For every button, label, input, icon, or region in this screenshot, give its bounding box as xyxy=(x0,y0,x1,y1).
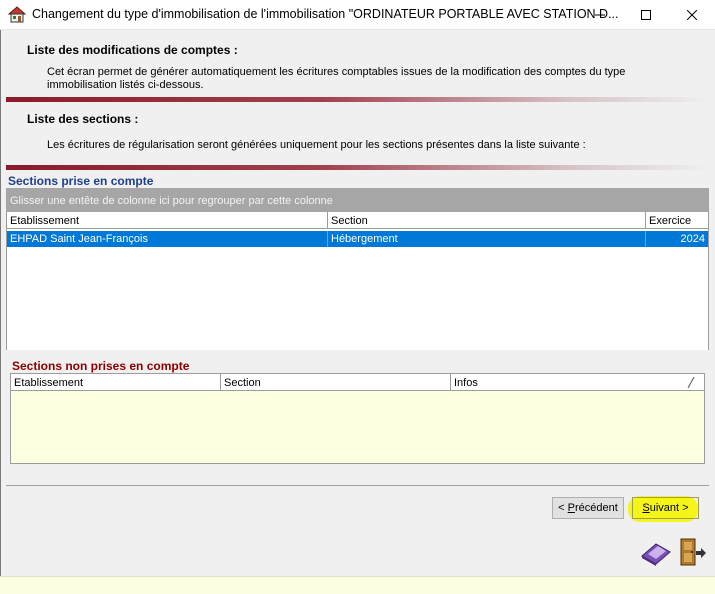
sections-description: Les écritures de régularisation seront g… xyxy=(47,139,586,151)
eraser-tool-icon[interactable] xyxy=(640,538,672,566)
next-button-label: uivant > xyxy=(649,502,689,514)
cell-etablissement: EHPAD Saint Jean-François xyxy=(7,231,328,247)
bottom-separator xyxy=(6,485,709,486)
status-strip xyxy=(0,576,715,594)
included-sections-grid: Etablissement Section Exercice EHPAD Sai… xyxy=(6,212,709,350)
column-resize-icon xyxy=(687,377,695,388)
close-button[interactable] xyxy=(669,0,715,30)
sections-heading: Liste des sections : xyxy=(27,112,139,126)
table-row[interactable]: EHPAD Saint Jean-François Hébergement 20… xyxy=(7,231,708,247)
exit-door-icon[interactable] xyxy=(679,537,707,567)
column-header-etablissement[interactable]: Etablissement xyxy=(11,374,221,391)
group-by-area[interactable]: Glisser une entête de colonne ici pour r… xyxy=(6,188,709,212)
close-icon xyxy=(687,10,697,20)
minimize-button[interactable] xyxy=(577,0,623,30)
column-header-exercice[interactable]: Exercice xyxy=(646,212,708,229)
maximize-icon xyxy=(641,10,651,20)
next-button-mnemonic: S xyxy=(642,502,650,514)
window-title: Changement du type d'immobilisation de l… xyxy=(32,7,619,21)
minimize-icon xyxy=(595,14,605,16)
separator-bar xyxy=(6,97,710,102)
excluded-grid-title: Sections non prises en compte xyxy=(12,359,190,373)
previous-button-mnemonic: P xyxy=(567,502,575,514)
grid-header: Etablissement Section Infos xyxy=(11,374,704,391)
cell-exercice: 2024 xyxy=(680,233,705,245)
excluded-sections-grid: Etablissement Section Infos xyxy=(10,373,705,464)
house-app-icon xyxy=(8,6,26,23)
cell-section: Hébergement xyxy=(328,231,646,247)
next-button[interactable]: Suivant > xyxy=(632,497,699,519)
previous-button-prefix: < xyxy=(558,502,568,514)
included-grid-title: Sections prise en compte xyxy=(8,174,154,188)
column-header-infos[interactable]: Infos xyxy=(451,374,704,391)
grid-header: Etablissement Section Exercice xyxy=(7,212,708,229)
accounts-description-line2: immobilisation listés ci-dessous. xyxy=(47,79,204,91)
accounts-heading: Liste des modifications de comptes : xyxy=(27,43,238,57)
window-border xyxy=(0,30,1,594)
column-header-etablissement[interactable]: Etablissement xyxy=(7,212,328,229)
title-bar: Changement du type d'immobilisation de l… xyxy=(0,0,715,30)
separator-bar xyxy=(6,165,710,170)
column-header-section[interactable]: Section xyxy=(328,212,646,229)
maximize-button[interactable] xyxy=(623,0,669,30)
column-header-section[interactable]: Section xyxy=(221,374,451,391)
previous-button-label: récédent xyxy=(575,502,618,514)
previous-button[interactable]: < Précédent xyxy=(552,497,624,519)
accounts-description-line1: Cet écran permet de générer automatiquem… xyxy=(47,66,626,78)
